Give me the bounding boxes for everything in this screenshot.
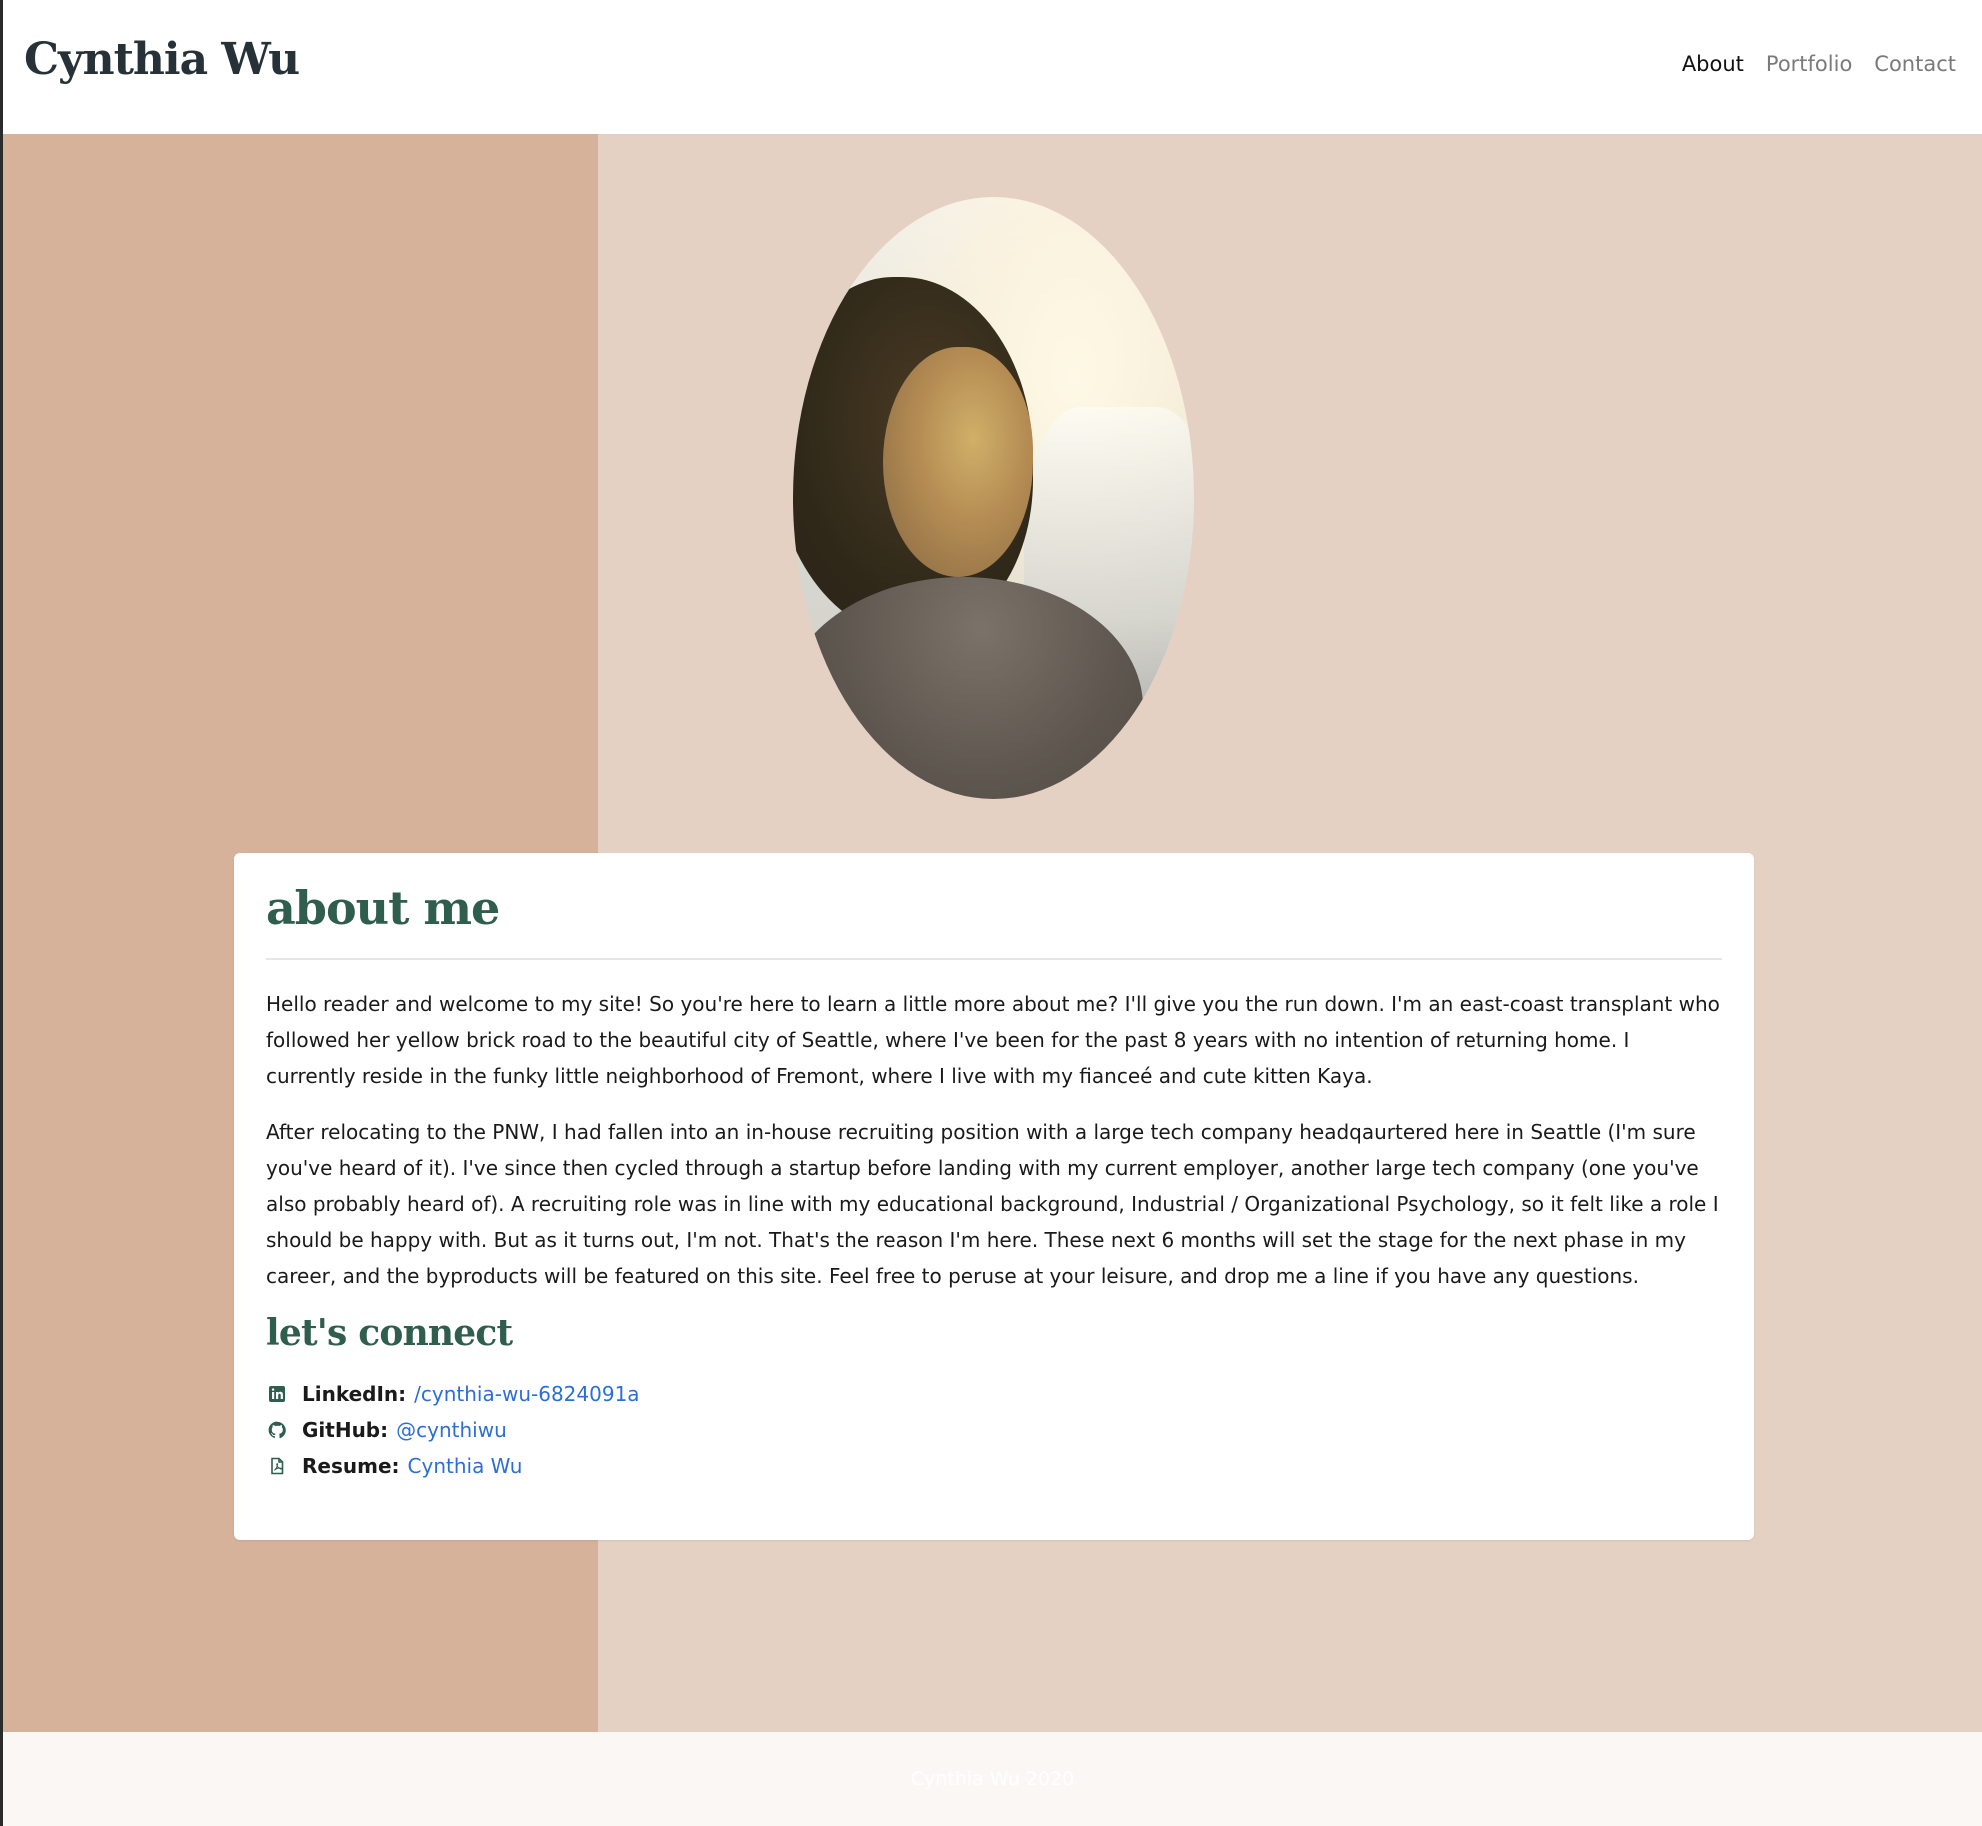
pdf-file-icon xyxy=(266,1455,288,1477)
nav-portfolio-link[interactable]: Portfolio xyxy=(1766,52,1852,76)
profile-portrait xyxy=(793,197,1194,799)
github-link[interactable]: @cynthiwu xyxy=(396,1412,507,1448)
connect-title: let's connect xyxy=(266,1311,513,1354)
resume-row: Resume: Cynthia Wu xyxy=(266,1448,1722,1484)
about-card: about me Hello reader and welcome to my … xyxy=(234,853,1754,1540)
linkedin-link[interactable]: /cynthia-wu-6824091a xyxy=(414,1376,639,1412)
about-card-content: about me Hello reader and welcome to my … xyxy=(266,853,1722,1484)
nav-contact-link[interactable]: Contact xyxy=(1874,52,1956,76)
connect-links: LinkedIn: /cynthia-wu-6824091a GitHub: @… xyxy=(266,1376,1722,1484)
resume-link[interactable]: Cynthia Wu xyxy=(408,1448,523,1484)
portrait-face xyxy=(883,347,1033,577)
site-brand[interactable]: Cynthia Wu xyxy=(24,34,300,85)
about-title: about me xyxy=(266,881,500,935)
footer-text: Cynthia Wu 2020 xyxy=(910,1768,1075,1790)
nav-about-link[interactable]: About xyxy=(1682,52,1744,76)
site-header: Cynthia Wu About Portfolio Contact xyxy=(3,0,1982,134)
github-icon xyxy=(266,1419,288,1441)
title-divider xyxy=(266,957,1722,960)
resume-label: Resume: xyxy=(302,1453,400,1478)
main-nav: About Portfolio Contact xyxy=(1682,52,1956,76)
linkedin-icon xyxy=(266,1383,288,1405)
about-paragraph-1: Hello reader and welcome to my site! So … xyxy=(266,991,1720,1088)
github-label: GitHub: xyxy=(302,1417,389,1442)
site-footer: Cynthia Wu 2020 xyxy=(3,1732,1982,1826)
github-row: GitHub: @cynthiwu xyxy=(266,1412,1722,1448)
about-paragraph-2: After relocating to the PNW, I had falle… xyxy=(266,1119,1719,1288)
linkedin-row: LinkedIn: /cynthia-wu-6824091a xyxy=(266,1376,1722,1412)
linkedin-label: LinkedIn: xyxy=(302,1381,407,1406)
